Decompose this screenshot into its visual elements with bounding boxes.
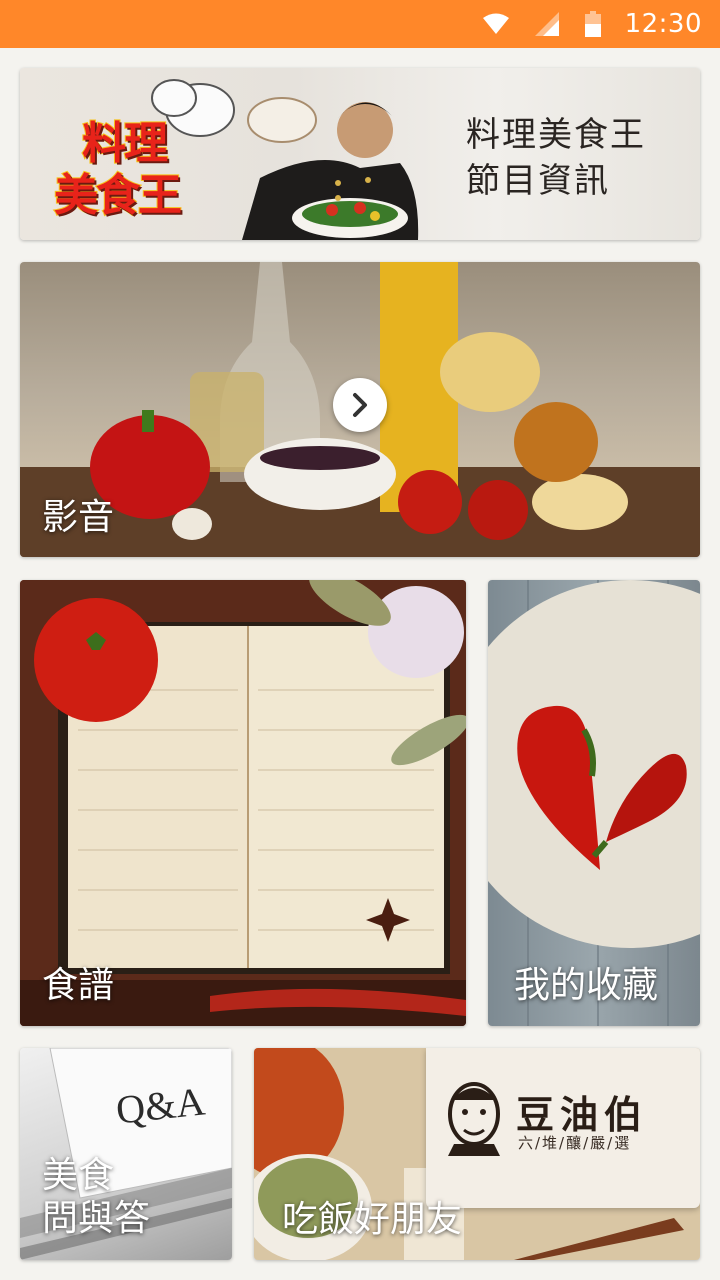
qa-card-text: Q&A: [113, 1078, 207, 1133]
qa-tile[interactable]: Q&A 美食 問與答: [20, 1048, 232, 1260]
logo-text-line1: 料理: [81, 117, 169, 170]
show-logo: 料理 美食王: [53, 117, 183, 222]
qa-tile-label: 美食 問與答: [42, 1154, 150, 1240]
brand-name: 豆油伯: [516, 1093, 649, 1137]
cell-signal-icon: [534, 12, 559, 36]
recipes-tile-label: 食譜: [42, 965, 115, 1006]
brand-face-icon: [448, 1082, 500, 1156]
status-bar: 12:30: [0, 0, 720, 48]
recipes-tile[interactable]: 食譜: [20, 580, 466, 1026]
brand-card: 豆油伯 六/堆/釀/嚴/選: [426, 1048, 700, 1208]
video-tile-label: 影音: [42, 497, 115, 538]
brand-subtitle: 六/堆/釀/嚴/選: [518, 1134, 632, 1152]
notebook-image: [20, 580, 466, 1026]
logo-text-line2: 美食王: [53, 169, 183, 222]
friends-tile-label: 吃飯好朋友: [282, 1199, 463, 1240]
banner-title-line1: 料理美食王: [466, 115, 646, 155]
favorites-tile[interactable]: 我的收藏: [488, 580, 700, 1026]
friends-tile[interactable]: 豆油伯 六/堆/釀/嚴/選 吃飯好朋友: [254, 1048, 700, 1260]
show-info-banner[interactable]: 料理 美食王 料理美食王 節目資訊: [20, 68, 700, 240]
video-tile[interactable]: 影音: [20, 262, 700, 557]
favorites-tile-label: 我的收藏: [514, 965, 659, 1006]
banner-title-line2: 節目資訊: [466, 161, 610, 201]
qa-tile-label-line1: 美食: [42, 1155, 115, 1196]
play-next-icon[interactable]: [333, 378, 387, 432]
battery-icon: [584, 11, 601, 37]
banner-title: 料理美食王 節目資訊: [466, 112, 646, 204]
qa-tile-label-line2: 問與答: [42, 1198, 151, 1240]
chili-heart-image: [488, 580, 700, 1026]
wifi-icon: [482, 13, 509, 35]
status-time: 12:30: [624, 9, 702, 39]
